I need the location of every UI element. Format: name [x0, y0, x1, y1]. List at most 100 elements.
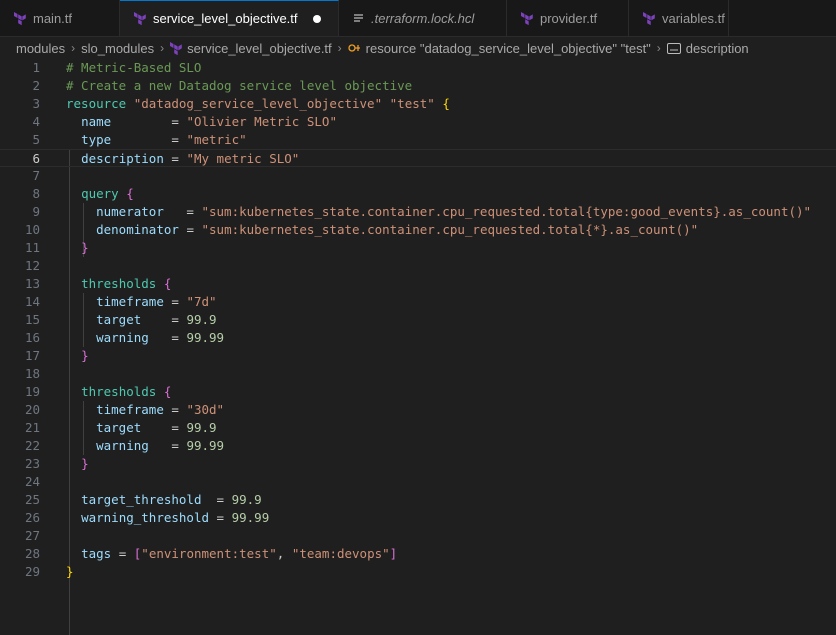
code-text: } — [81, 348, 89, 363]
line-number: 29 — [24, 564, 40, 579]
code-text: timeframe = "7d" — [96, 294, 217, 309]
breadcrumb-item[interactable]: modules — [16, 41, 65, 56]
code-line[interactable]: 23 } — [0, 455, 836, 473]
code-line[interactable]: 16 warning = 99.99 — [0, 329, 836, 347]
tab-label: variables.tf — [662, 10, 725, 26]
tab-variables-tf[interactable]: variables.tf — [629, 0, 729, 36]
code-text: warning_threshold = 99.99 — [81, 510, 270, 525]
terraform-icon — [14, 11, 26, 25]
code-line[interactable]: 24 — [0, 473, 836, 491]
code-text: target = 99.9 — [96, 312, 217, 327]
code-line[interactable]: 22 warning = 99.99 — [0, 437, 836, 455]
code-line[interactable]: 1 # Metric-Based SLO — [0, 59, 836, 77]
tab-terraform-lock-hcl[interactable]: .terraform.lock.hcl — [339, 0, 507, 36]
symbol-class-icon — [348, 42, 361, 54]
tab-main-tf[interactable]: main.tf — [0, 0, 120, 36]
code-line[interactable]: 3 resource "datadog_service_level_objecti… — [0, 95, 836, 113]
line-number: 20 — [24, 402, 40, 417]
code-line[interactable]: 25 target_threshold = 99.9 — [0, 491, 836, 509]
code-line[interactable]: 8 query { — [0, 185, 836, 203]
breadcrumb-label: resource "datadog_service_level_objectiv… — [365, 40, 651, 56]
line-number: 26 — [24, 510, 40, 525]
code-line[interactable]: 13 thresholds { — [0, 275, 836, 293]
code-text: # Metric-Based SLO — [66, 60, 202, 75]
code-line[interactable]: 29} — [0, 563, 836, 581]
code-line[interactable]: 11 } — [0, 239, 836, 257]
line-number: 25 — [24, 492, 40, 507]
breadcrumb-label: modules — [16, 40, 66, 56]
code-text: # Create a new Datadog service level obj… — [66, 78, 413, 93]
terraform-icon — [521, 11, 533, 25]
terraform-icon — [134, 12, 146, 25]
code-line[interactable]: 19 thresholds { — [0, 383, 836, 401]
code-line[interactable]: 17 } — [0, 347, 836, 365]
breadcrumb-item[interactable]: slo_modules — [81, 41, 154, 56]
code-line[interactable]: 12 — [0, 257, 836, 275]
line-number: 6 — [32, 151, 40, 166]
line-number: 14 — [24, 294, 40, 309]
line-number: 5 — [32, 132, 40, 147]
line-number: 19 — [24, 384, 40, 399]
code-text: numerator = "sum:kubernetes_state.contai… — [96, 204, 812, 219]
code-line[interactable]: 26 warning_threshold = 99.99 — [0, 509, 836, 527]
breadcrumb-item[interactable]: description — [666, 40, 749, 56]
code-text: thresholds { — [81, 384, 172, 399]
line-number: 18 — [24, 366, 40, 381]
line-number: 15 — [24, 312, 40, 327]
breadcrumb-item[interactable]: resource "datadog_service_level_objectiv… — [348, 41, 651, 56]
code-line[interactable]: 5 type = "metric" — [0, 131, 836, 149]
breadcrumb-label: service_level_objective.tf — [187, 40, 332, 56]
line-number: 16 — [24, 330, 40, 345]
line-number: 27 — [24, 528, 40, 543]
code-editor[interactable]: 1 # Metric-Based SLO 2 # Create a new Datad… — [0, 59, 836, 635]
line-number: 22 — [24, 438, 40, 453]
line-number: 11 — [24, 240, 40, 255]
chevron-right-icon: › — [71, 41, 76, 55]
code-line[interactable]: 20 timeframe = "30d" — [0, 401, 836, 419]
chevron-right-icon: › — [337, 41, 342, 55]
code-text: type = "metric" — [81, 132, 247, 147]
tab-service-level-objective-tf[interactable]: service_level_objective.tf — [120, 0, 339, 36]
code-line[interactable]: 4 name = "Olivier Metric SLO" — [0, 113, 836, 131]
editor-tabs: main.tf service_level_objective.tf .terraf… — [0, 0, 836, 37]
code-text: name = "Olivier Metric SLO" — [81, 114, 337, 129]
tab-provider-tf[interactable]: provider.tf — [507, 0, 629, 36]
code-text: resource "datadog_service_level_objectiv… — [66, 96, 450, 111]
line-number: 8 — [32, 186, 40, 201]
code-line[interactable]: 28 tags = ["environment:test", "team:dev… — [0, 545, 836, 563]
breadcrumb-label: slo_modules — [81, 40, 155, 56]
line-number: 12 — [24, 258, 40, 273]
symbol-string-icon — [666, 42, 681, 54]
code-text: warning = 99.99 — [96, 330, 225, 345]
tab-label: .terraform.lock.hcl — [371, 10, 475, 26]
unsaved-dot-icon[interactable] — [312, 14, 321, 23]
breadcrumb-label: description — [685, 40, 749, 56]
code-text: target = 99.9 — [96, 420, 217, 435]
line-number: 2 — [32, 78, 40, 93]
line-number: 28 — [24, 546, 40, 561]
code-line[interactable]: 15 target = 99.9 — [0, 311, 836, 329]
code-text: timeframe = "30d" — [96, 402, 225, 417]
code-line[interactable]: 2 # Create a new Datadog service level ob… — [0, 77, 836, 95]
code-line[interactable]: 14 timeframe = "7d" — [0, 293, 836, 311]
line-number: 10 — [24, 222, 40, 237]
code-text: warning = 99.99 — [96, 438, 225, 453]
code-text: denominator = "sum:kubernetes_state.cont… — [96, 222, 699, 237]
code-text: query { — [81, 186, 134, 201]
breadcrumb-item[interactable]: service_level_objective.tf — [170, 41, 332, 56]
line-number: 21 — [24, 420, 40, 435]
code-line[interactable]: 27 — [0, 527, 836, 545]
code-line[interactable]: 21 target = 99.9 — [0, 419, 836, 437]
terraform-icon — [170, 41, 182, 55]
code-line[interactable]: 10 denominator = "sum:kubernetes_state.c… — [0, 221, 836, 239]
line-number: 1 — [32, 60, 40, 75]
code-line[interactable]: 7 — [0, 167, 836, 185]
code-line[interactable]: 6 description = "My metric SLO" — [0, 149, 836, 167]
line-number: 4 — [32, 114, 40, 129]
code-line[interactable]: 9 numerator = "sum:kubernetes_state.cont… — [0, 203, 836, 221]
code-text: thresholds { — [81, 276, 172, 291]
line-number: 13 — [24, 276, 40, 291]
code-line[interactable]: 18 — [0, 365, 836, 383]
line-number: 3 — [32, 96, 40, 111]
breadcrumb: modules › slo_modules › service_level_object… — [0, 37, 836, 59]
